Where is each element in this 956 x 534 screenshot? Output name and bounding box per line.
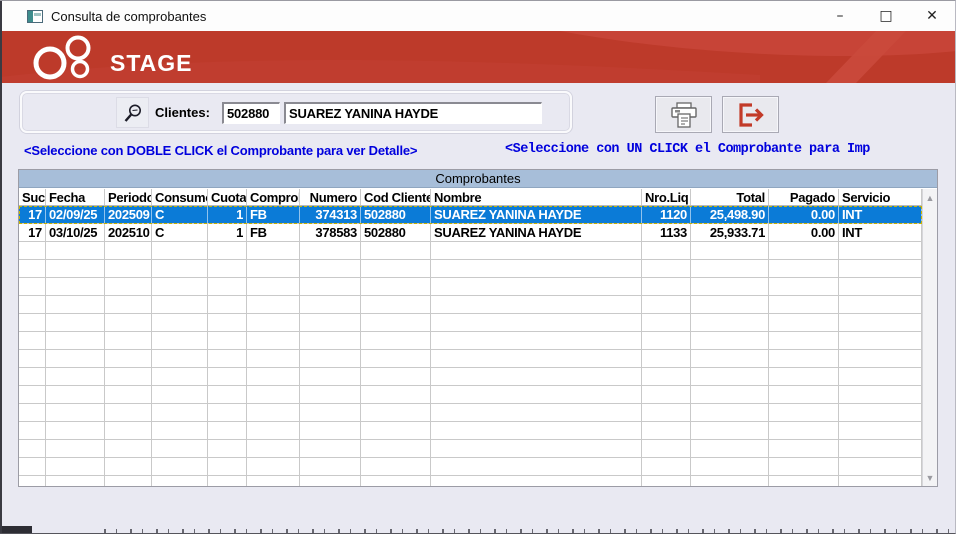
cell-cuota: 1 [208,224,247,241]
instruction-single-click: <Seleccione con UN CLICK el Comprobante … [505,142,870,157]
cell-suc: 17 [19,224,46,241]
column-header-servicio[interactable]: Servicio [839,189,922,205]
cell-nombre: SUAREZ YANINA HAYDE [431,206,642,223]
cell-cod-cliente: 502880 [361,206,431,223]
cell-nro-liq: 1133 [642,224,691,241]
clipped-bottom-text [104,529,951,533]
print-button[interactable] [655,96,712,133]
cell-nombre: SUAREZ YANINA HAYDE [431,224,642,241]
minimize-button[interactable]: – [817,1,863,31]
empty-rows [19,242,922,486]
cell-total: 25,498.90 [691,206,769,223]
scroll-down-icon[interactable]: ▼ [923,470,937,485]
maximize-button[interactable]: □ [863,1,909,31]
window-title: Consulta de comprobantes [51,9,206,24]
table-row-empty [19,260,922,278]
window-left-border [0,1,2,533]
column-header-fecha[interactable]: Fecha [46,189,105,205]
cell-consumo: C [152,206,208,223]
stage-logo: STAGE [22,35,193,81]
table-row-empty [19,332,922,350]
column-header-consumo[interactable]: Consumo [152,189,208,205]
cell-cuota: 1 [208,206,247,223]
cell-consumo: C [152,224,208,241]
cell-pagado: 0.00 [769,224,839,241]
cell-nro-liq: 1120 [642,206,691,223]
vertical-scrollbar[interactable]: ▲ ▼ [922,189,937,486]
column-header-cod-cliente[interactable]: Cod Cliente [361,189,431,205]
cell-fecha: 02/09/25 [46,206,105,223]
cell-numero: 374313 [300,206,361,223]
column-header-nombre[interactable]: Nombre [431,189,642,205]
exit-icon [736,101,766,129]
window: Consulta de comprobantes – □ ✕ STAGE [0,0,956,534]
table-row-empty [19,386,922,404]
close-button[interactable]: ✕ [909,1,955,31]
search-panel: Clientes: [20,91,572,133]
comprobantes-grid: Comprobantes Suc Fecha Periodo Consumo C… [18,169,938,487]
bottom-left-patch [0,526,32,533]
table-row-empty [19,458,922,476]
cell-suc: 17 [19,206,46,223]
exit-button[interactable] [722,96,779,133]
cell-comprob: FB [247,206,300,223]
cell-servicio: INT [839,224,922,241]
table-row-empty [19,422,922,440]
column-header-cuota[interactable]: Cuota [208,189,247,205]
table-row-empty [19,278,922,296]
client-name-input[interactable] [284,102,542,124]
cell-pagado: 0.00 [769,206,839,223]
table-row-empty [19,242,922,260]
client-code-input[interactable] [222,102,280,124]
table-row-empty [19,440,922,458]
cell-numero: 378583 [300,224,361,241]
stage-logo-text: STAGE [110,50,193,77]
cell-comprob: FB [247,224,300,241]
brand-header: STAGE [0,31,955,83]
cell-fecha: 03/10/25 [46,224,105,241]
printer-icon [669,101,699,129]
cell-periodo: 202510 [105,224,152,241]
stage-logo-circles-icon [22,35,108,81]
table-row[interactable]: 17 03/10/25 202510 C 1 FB 378583 502880 … [19,224,922,242]
column-header-comprob[interactable]: Comprob [247,189,300,205]
column-header-total[interactable]: Total [691,189,769,205]
column-header-numero[interactable]: Numero [300,189,361,205]
grid-body: Suc Fecha Periodo Consumo Cuota Comprob … [19,189,922,486]
grid-title: Comprobantes [19,170,937,188]
table-row-empty [19,350,922,368]
cell-cod-cliente: 502880 [361,224,431,241]
instruction-double-click: <Seleccione con DOBLE CLICK el Comproban… [24,143,417,158]
title-bar: Consulta de comprobantes – □ ✕ [0,1,955,31]
scroll-up-icon[interactable]: ▲ [923,190,937,205]
table-row-empty [19,368,922,386]
table-row-empty [19,314,922,332]
table-row-empty [19,296,922,314]
column-header-periodo[interactable]: Periodo [105,189,152,205]
column-header-nro-liq[interactable]: Nro.Liq [642,189,691,205]
table-row-empty [19,476,922,486]
table-row-empty [19,404,922,422]
window-controls: – □ ✕ [817,1,955,31]
search-icon [122,102,144,124]
grid-header-row: Suc Fecha Periodo Consumo Cuota Comprob … [19,189,922,206]
cell-total: 25,933.71 [691,224,769,241]
cell-servicio: INT [839,206,922,223]
search-button[interactable] [116,97,149,128]
column-header-pagado[interactable]: Pagado [769,189,839,205]
cell-periodo: 202509 [105,206,152,223]
clientes-label: Clientes: [155,105,210,120]
app-icon [27,10,43,23]
table-row-selected[interactable]: 17 02/09/25 202509 C 1 FB 374313 502880 … [19,206,922,224]
column-header-suc[interactable]: Suc [19,189,46,205]
